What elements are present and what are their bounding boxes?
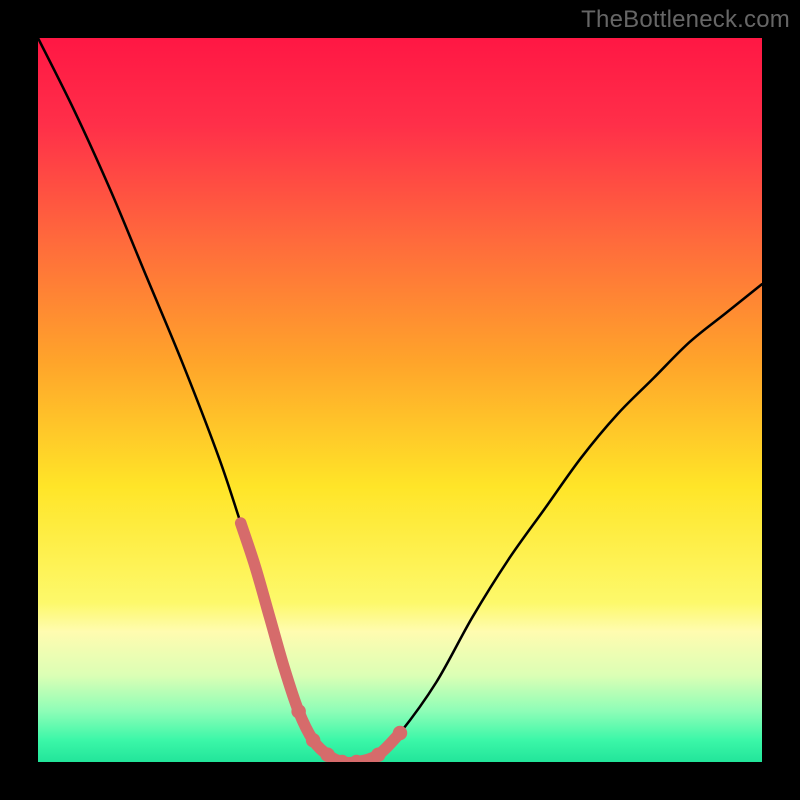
highlight-dot (291, 704, 305, 718)
highlight-dot (371, 748, 385, 762)
curve-layer (38, 38, 762, 762)
highlight-dot (306, 733, 320, 747)
watermark-text: TheBottleneck.com (581, 6, 790, 34)
chart-frame: TheBottleneck.com (0, 0, 800, 800)
highlight-segment (241, 523, 400, 762)
highlight-dot (320, 748, 334, 762)
plot-area (38, 38, 762, 762)
bottleneck-curve (38, 38, 762, 762)
highlight-dot (393, 726, 407, 740)
